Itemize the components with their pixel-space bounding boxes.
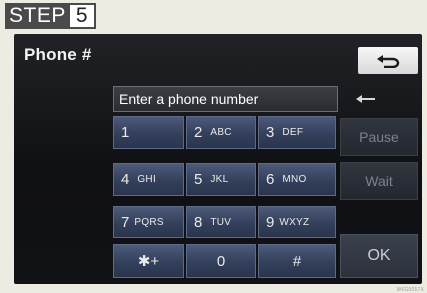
- key-letters: MNO: [282, 174, 307, 185]
- key-hash[interactable]: #: [258, 244, 336, 278]
- key-3[interactable]: 3 DEF: [258, 116, 336, 149]
- key-label: ✱+: [137, 253, 160, 270]
- key-label: 9: [266, 213, 275, 231]
- key-4[interactable]: 4 GHI: [113, 163, 184, 196]
- key-label: 0: [216, 252, 226, 270]
- return-arrow-icon: [377, 54, 400, 68]
- key-letters: TUV: [210, 216, 232, 228]
- key-1[interactable]: 1: [113, 116, 184, 149]
- key-label: 8: [194, 213, 203, 231]
- image-code: W6G0057X: [396, 287, 424, 293]
- key-label: 2: [194, 124, 203, 141]
- step-label: STEP 5: [5, 3, 96, 29]
- key-label: 6: [266, 171, 275, 188]
- key-2[interactable]: 2 ABC: [186, 116, 256, 149]
- backspace-button[interactable]: [341, 86, 391, 112]
- ok-button[interactable]: OK: [340, 234, 418, 278]
- phone-number-input[interactable]: Enter a phone number: [113, 86, 338, 112]
- phone-entry-screen: Phone # Enter a phone number 1 2 ABC 3 D…: [14, 34, 422, 284]
- key-star-plus[interactable]: ✱+: [113, 244, 184, 278]
- key-0[interactable]: 0: [186, 244, 256, 278]
- key-label: 5: [194, 171, 203, 188]
- key-5[interactable]: 5 JKL: [186, 163, 256, 196]
- step-word: STEP: [5, 3, 70, 29]
- key-letters: GHI: [137, 174, 157, 185]
- pause-button[interactable]: Pause: [340, 118, 418, 156]
- screen-title: Phone #: [24, 45, 92, 64]
- key-label: 3: [266, 124, 275, 141]
- key-label: 7: [121, 213, 130, 231]
- key-letters: JKL: [210, 174, 229, 185]
- back-button[interactable]: [358, 47, 418, 74]
- key-9[interactable]: 9 WXYZ: [258, 206, 336, 238]
- key-7[interactable]: 7 PQRS: [113, 206, 184, 238]
- left-arrow-icon: [356, 95, 375, 103]
- key-letters: PQRS: [134, 216, 164, 228]
- key-8[interactable]: 8 TUV: [186, 206, 256, 238]
- wait-button[interactable]: Wait: [340, 162, 418, 200]
- key-label: 1: [121, 124, 130, 141]
- key-letters: DEF: [282, 127, 304, 138]
- key-6[interactable]: 6 MNO: [258, 163, 336, 196]
- key-label: 4: [121, 171, 130, 188]
- key-letters: ABC: [210, 127, 232, 138]
- key-letters: WXYZ: [279, 216, 310, 228]
- step-number: 5: [69, 3, 96, 29]
- key-label: #: [292, 252, 302, 270]
